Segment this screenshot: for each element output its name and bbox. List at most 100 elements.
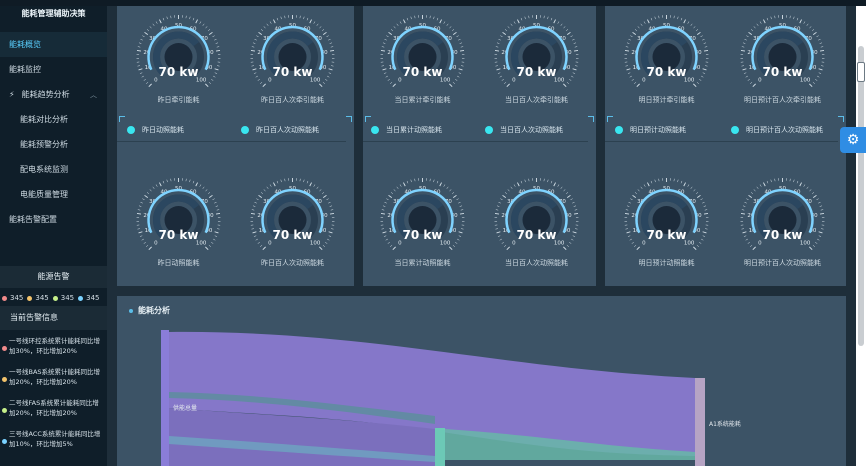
- sankey-node-target[interactable]: [695, 378, 705, 466]
- alert-item[interactable]: 一号线环控系统累计能耗同比增加30%，环比增加20%: [0, 336, 107, 367]
- gauge-tick: [386, 198, 389, 201]
- gauge-tick: [207, 29, 211, 32]
- gauge-tick: [547, 179, 549, 183]
- gauge-tick: [502, 194, 507, 199]
- gauge-tick: [819, 42, 823, 44]
- gauge-tick: [399, 21, 402, 24]
- vertical-scrollbar[interactable]: [856, 6, 866, 466]
- nav-item-energy-monitor[interactable]: 能耗监控: [0, 57, 107, 82]
- gauge-tick: [215, 212, 221, 215]
- gauge-tick: [214, 201, 217, 204]
- gauge-tick: [257, 78, 260, 81]
- gauge-tick: [269, 184, 272, 187]
- divider: [605, 141, 838, 142]
- nav-subitem-distribution[interactable]: 配电系统监测: [0, 157, 107, 182]
- gauge-tick: [263, 26, 266, 29]
- gauge-tick: [690, 186, 693, 189]
- gauge-tick: [396, 186, 399, 189]
- alert-item[interactable]: 二号线FAS系统累计能耗同比增加20%，环比增加20%: [0, 398, 107, 429]
- nav-subitem-comparison[interactable]: 能耗对比分析: [0, 107, 107, 132]
- gauge-tick: [433, 179, 435, 183]
- gauge-tick: [560, 186, 563, 189]
- gauge-tick: [700, 35, 703, 38]
- gauge-tick: [636, 246, 640, 251]
- alert-text: 三号线ACC系统累计能耗同比增加10%，环比增加5%: [9, 430, 101, 448]
- gauge-tick: [215, 49, 221, 52]
- gauge-label: 当日百人次动照能耗: [505, 259, 568, 267]
- gauge-tick: [142, 198, 145, 201]
- status-dot: [27, 295, 33, 301]
- nav-item-label: 能耗概览: [9, 40, 41, 49]
- gauge-value: 70 kw: [272, 65, 313, 79]
- gauge-tick: [258, 31, 263, 36]
- sankey-node-source[interactable]: [161, 330, 169, 466]
- nav-subitem-warning[interactable]: 能耗预警分析: [0, 132, 107, 157]
- gauge-tick: [439, 182, 442, 187]
- alert-item[interactable]: 一号线BAS系统累计能耗同比增加20%，环比增加20%: [0, 367, 107, 398]
- nav-subitem-power-quality[interactable]: 电能质量管理: [0, 182, 107, 207]
- scrollbar-thumb[interactable]: [858, 46, 864, 346]
- gauge-tick: [510, 23, 513, 26]
- gauge-tick: [756, 186, 759, 189]
- gauge-tick: [460, 46, 464, 48]
- gauge-tick: [329, 49, 335, 52]
- nav-item-alarm-config[interactable]: 能耗告警配置: [0, 207, 107, 232]
- gauge-value: 70 kw: [516, 228, 557, 242]
- gauge-tick: [746, 35, 749, 38]
- app-window: 能耗管理辅助决策 能耗概览 能耗监控 ⚡ 能耗趋势分析 ︿ 能耗对比分析 能耗预…: [0, 0, 866, 466]
- nav-item-trend-analysis[interactable]: ⚡ 能耗趋势分析 ︿: [0, 82, 107, 107]
- gauge-tick: [256, 198, 259, 201]
- gauge-tick: [569, 241, 572, 244]
- gauge-tick: [152, 23, 155, 26]
- gauge-tick: [569, 78, 572, 81]
- gauge-tick: [459, 49, 465, 52]
- gauge-tick: [212, 35, 215, 38]
- gauge-tick: [456, 35, 459, 38]
- gauge-tick: [806, 186, 809, 189]
- alert-item[interactable]: 三号线ACC系统累计能耗同比增加10%，环比增加5%: [0, 429, 107, 460]
- gauge-tick: [507, 26, 510, 29]
- nav-item-energy-overview[interactable]: 能耗概览: [0, 32, 107, 57]
- gauge-tick: [189, 179, 191, 183]
- legend-dot: [485, 126, 493, 134]
- gauge-tick: [630, 198, 633, 201]
- sankey-node-mid[interactable]: [435, 428, 445, 466]
- gauge-label: 当日累计动照能耗: [394, 259, 451, 267]
- gauge-tick: [148, 83, 152, 88]
- gauge-tick: [501, 78, 504, 81]
- gauge-tick: [690, 23, 693, 26]
- gauge-tick: [452, 31, 457, 36]
- gauge-tick: [256, 35, 259, 38]
- gauge-tick: [205, 189, 208, 192]
- gauge-value: 70 kw: [158, 65, 199, 79]
- scrollbar-handle[interactable]: [857, 62, 865, 82]
- gauge-tick: [753, 26, 756, 29]
- gauge-tick: [513, 21, 516, 24]
- gauge-tick: [637, 189, 640, 192]
- gauge-tick: [498, 201, 501, 204]
- gauge-tick: [250, 49, 256, 52]
- gauge-tick: [389, 81, 393, 84]
- gauge-tick: [524, 16, 526, 20]
- gauge-tick: [446, 186, 449, 189]
- gauge-tick: [566, 31, 571, 36]
- gauge-tick: [262, 246, 266, 251]
- gauge-tick: [748, 31, 753, 36]
- gauge-tick: [259, 244, 263, 247]
- gauge-tick: [820, 209, 824, 211]
- gauge-tick: [142, 35, 145, 38]
- gauge-tick: [741, 46, 745, 48]
- divider: [117, 141, 346, 142]
- gauge-tick: [494, 49, 500, 52]
- gauge-tick: [506, 83, 510, 88]
- gauge-tick: [195, 19, 198, 24]
- legend-label: 当日百人次动照能耗: [500, 126, 563, 134]
- settings-gear-button[interactable]: ⚙: [840, 127, 866, 153]
- gauge-tick: [321, 29, 325, 32]
- legend-item: 明日预计百人次动照能耗: [731, 124, 823, 136]
- frame-corner: [588, 116, 594, 122]
- chevron-up-icon[interactable]: ︿: [90, 90, 97, 100]
- gauge-tick: [502, 31, 507, 36]
- gauge-tick: [252, 205, 256, 207]
- gauge-tick: [503, 81, 507, 84]
